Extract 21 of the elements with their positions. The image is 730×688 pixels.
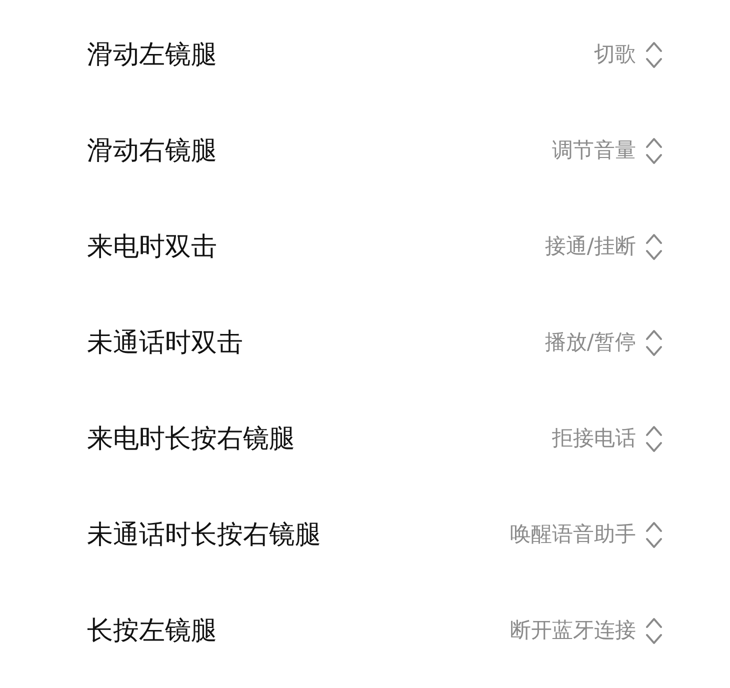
chevron-up-down-icon[interactable] [644, 231, 664, 263]
setting-value[interactable]: 调节音量 [552, 135, 636, 167]
setting-value[interactable]: 接通/挂断 [544, 231, 636, 263]
setting-label: 滑动左镜腿 [87, 38, 217, 72]
chevron-up-down-icon[interactable] [644, 327, 664, 359]
chevron-up-down-icon[interactable] [644, 39, 664, 71]
chevron-up-down-icon[interactable] [644, 519, 664, 551]
setting-label: 来电时长按右镜腿 [87, 422, 295, 456]
chevron-up-down-icon[interactable] [644, 423, 664, 455]
setting-value[interactable]: 播放/暂停 [544, 327, 636, 359]
setting-label: 滑动右镜腿 [87, 134, 217, 168]
chevron-up-down-icon[interactable] [644, 135, 664, 167]
setting-label: 未通话时双击 [87, 326, 243, 360]
setting-label: 未通话时长按右镜腿 [87, 518, 321, 552]
chevron-up-down-icon[interactable] [644, 615, 664, 647]
setting-value[interactable]: 断开蓝牙连接 [510, 615, 636, 647]
setting-label: 长按左镜腿 [87, 614, 217, 648]
setting-label: 来电时双击 [87, 230, 217, 264]
setting-value[interactable]: 拒接电话 [552, 423, 636, 455]
setting-value[interactable]: 唤醒语音助手 [510, 519, 636, 551]
setting-value[interactable]: 切歌 [594, 39, 636, 71]
